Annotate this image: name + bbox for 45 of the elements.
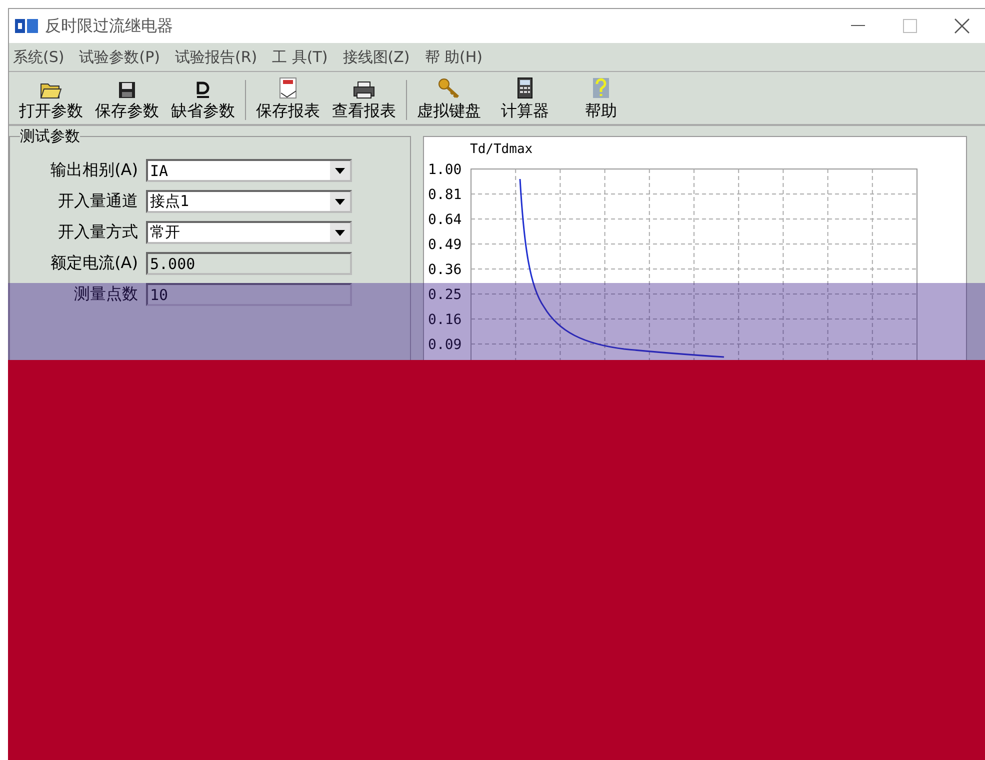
app-icon — [15, 17, 39, 35]
dropdown-arrow-icon — [335, 230, 345, 236]
input-field[interactable]: 5.000 — [146, 252, 352, 275]
y-tick-label: 0.25 — [428, 287, 462, 303]
menu-item[interactable]: 帮 助(H) — [420, 48, 494, 66]
window-title: 反时限过流继电器 — [45, 16, 173, 36]
y-tick-label: 1.00 — [428, 162, 462, 178]
menu-item[interactable]: 试验参数(P) — [75, 48, 171, 66]
field-label: 开入量通道 — [57, 191, 138, 212]
toolbar-button[interactable]: 打开参数 — [13, 81, 89, 124]
dropdown-arrow-icon — [335, 198, 345, 204]
menu-item[interactable]: 试验报告(R) — [170, 48, 268, 66]
dropdown[interactable]: IA — [146, 159, 352, 182]
group-title: 测试参数 — [20, 127, 80, 146]
toolbar-button[interactable]: 虚拟键盘 — [411, 77, 487, 124]
axis-title: Td/Tdmax — [470, 142, 533, 157]
menu-item[interactable]: 系统(S) — [9, 48, 76, 66]
dropdown[interactable]: 接点1 — [146, 190, 352, 213]
field-label: 额定电流(A) — [50, 253, 138, 274]
toolbar-button[interactable]: 保存报表 — [250, 77, 326, 124]
field-label: 开入量方式 — [57, 222, 138, 243]
y-tick-label: 0.81 — [428, 187, 462, 203]
toolbar-button[interactable]: 计算器 — [487, 77, 563, 124]
input-field[interactable]: 10 — [146, 283, 352, 306]
key-icon — [437, 77, 461, 99]
menu-item[interactable]: 工 具(T) — [268, 48, 339, 66]
printer-icon — [353, 81, 375, 99]
y-tick-label: 0.49 — [428, 237, 462, 253]
y-tick-label: 0.16 — [428, 312, 462, 328]
toolbar-button[interactable]: 保存参数 — [89, 81, 165, 124]
default-icon — [196, 81, 210, 99]
toolbar-button[interactable]: 查看报表 — [326, 81, 402, 124]
y-tick-label: 0.36 — [428, 262, 462, 278]
y-tick-label: 0.09 — [428, 337, 462, 353]
calculator-icon — [517, 77, 533, 99]
y-tick-label: 0.64 — [428, 212, 462, 228]
field-label: 测量点数 — [73, 284, 138, 305]
help-icon — [592, 77, 610, 99]
folder-icon — [40, 81, 62, 99]
dropdown-arrow-icon — [335, 168, 345, 174]
field-label: 输出相别(A) — [50, 160, 138, 181]
toolbar-button[interactable]: 帮助 — [563, 77, 639, 124]
menu-item[interactable]: 接线图(Z) — [338, 48, 421, 66]
toolbar-button[interactable]: 缺省参数 — [165, 81, 241, 124]
dropdown[interactable]: 常开 — [146, 221, 352, 244]
